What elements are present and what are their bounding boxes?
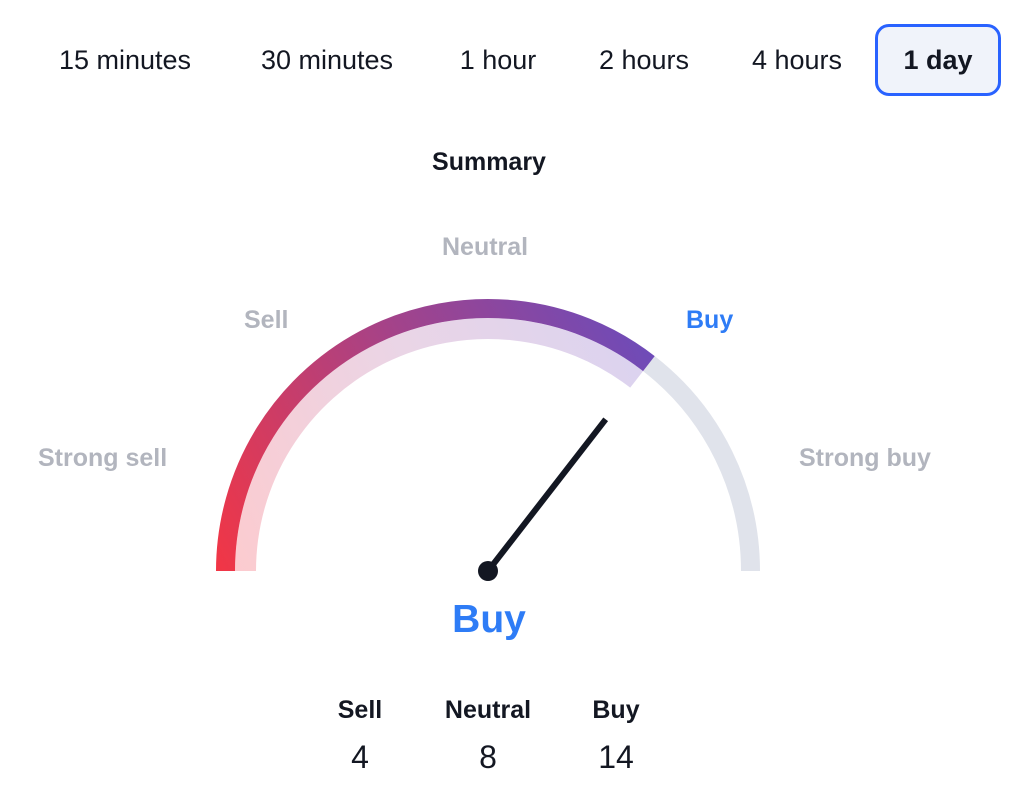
count-sell-value: 4	[351, 739, 369, 775]
count-neutral: Neutral 8	[418, 693, 558, 776]
gauge-track	[643, 356, 760, 572]
summary-result: Buy	[452, 598, 526, 641]
count-buy-value: 14	[598, 739, 634, 775]
summary-gauge	[216, 298, 760, 581]
count-sell: Sell 4	[290, 693, 430, 776]
gauge-needle	[485, 417, 609, 573]
count-buy: Buy 14	[546, 693, 686, 776]
gauge-needle-hub	[478, 561, 498, 581]
count-neutral-value: 8	[479, 739, 497, 775]
count-buy-label: Buy	[592, 696, 640, 724]
count-neutral-label: Neutral	[444, 696, 532, 724]
count-sell-label: Sell	[337, 696, 383, 724]
gauge-inner-band	[235, 318, 644, 572]
